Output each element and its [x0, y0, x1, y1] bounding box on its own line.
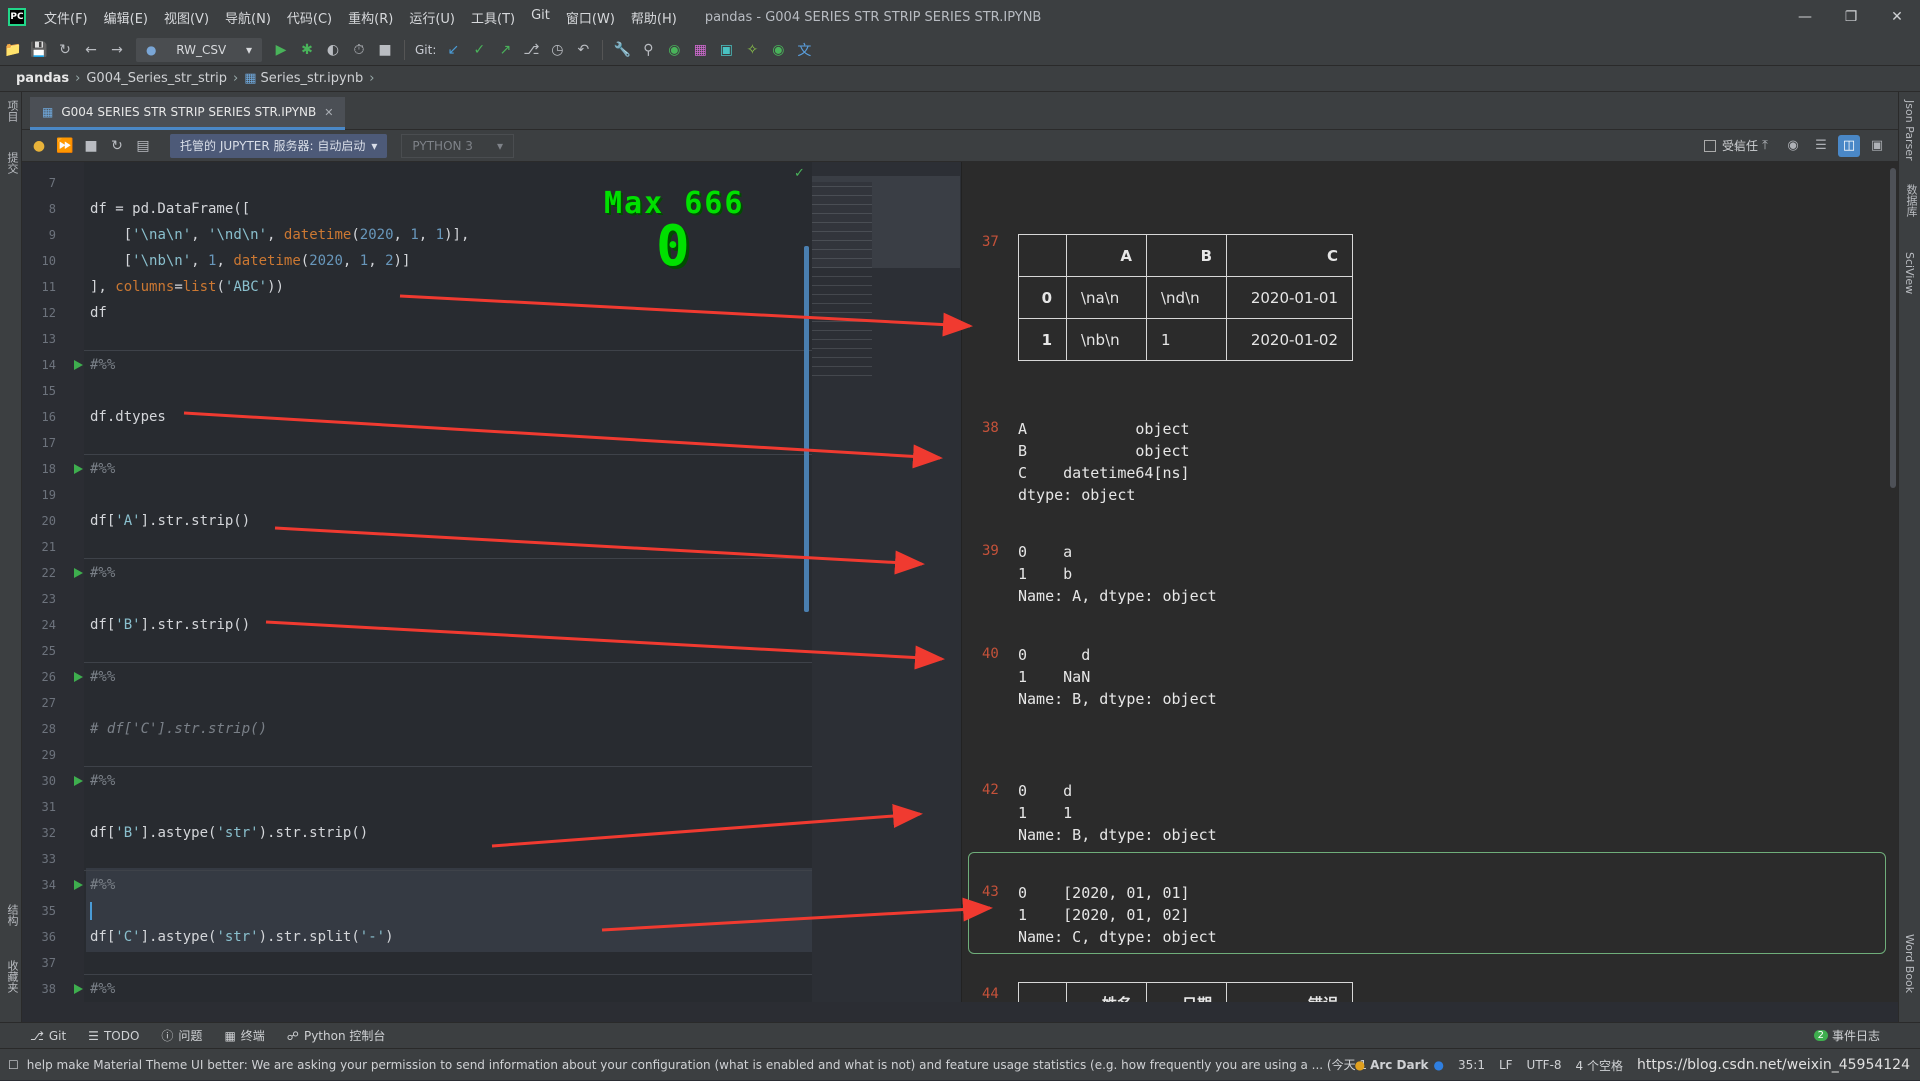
theme-dot-icon: ●	[1433, 1058, 1444, 1072]
annotation-arrows	[183, 294, 993, 932]
tool-button-label: 问题	[178, 1029, 203, 1043]
event-log-label: 事件日志	[1831, 1029, 1880, 1043]
status-message[interactable]: help make Material Theme UI better: We a…	[27, 1056, 1367, 1073]
arrow	[265, 620, 945, 670]
tool-button-label: TODO	[103, 1028, 140, 1043]
line-separator[interactable]: LF	[1499, 1058, 1513, 1072]
file-encoding[interactable]: UTF-8	[1527, 1058, 1562, 1072]
tool-button-problems[interactable]: ⓘ 问题	[161, 1027, 202, 1044]
notification-icon[interactable]: ☐	[8, 1058, 19, 1072]
indent-setting[interactable]: 4 个空格	[1576, 1057, 1623, 1074]
tool-button-terminal[interactable]: ▦ 终端	[224, 1027, 264, 1044]
todo-icon: ☰	[88, 1028, 99, 1043]
tool-button-python-console[interactable]: ☍ Python 控制台	[287, 1027, 386, 1044]
max-counter-value: 0	[656, 214, 690, 279]
arrow	[274, 526, 925, 575]
arrow	[183, 411, 943, 469]
watermark: https://blog.csdn.net/weixin_45954124	[1636, 1057, 1910, 1073]
theme-label: Arc Dark	[1370, 1058, 1429, 1072]
event-log-button[interactable]: 2 事件日志	[1813, 1027, 1880, 1044]
status-bar: ☐ help make Material Theme UI better: We…	[0, 1048, 1920, 1080]
theme-icon: ●	[1354, 1058, 1366, 1072]
terminal-icon: ▦	[224, 1028, 236, 1043]
tool-button-label: Git	[48, 1028, 67, 1043]
tool-button-todo[interactable]: ☰ TODO	[88, 1029, 139, 1043]
tool-button-git[interactable]: ⎇ Git	[30, 1029, 66, 1043]
event-count-badge: 2	[1813, 1030, 1828, 1041]
problems-icon: ⓘ	[161, 1029, 174, 1043]
theme-indicator[interactable]: ● Arc Dark ●	[1355, 1058, 1444, 1072]
arrow	[601, 897, 993, 932]
git-icon: ⎇	[30, 1028, 44, 1043]
tool-button-label: 终端	[240, 1029, 265, 1043]
python-console-icon: ☍	[286, 1028, 299, 1043]
arrow	[399, 294, 973, 337]
tool-window-bar: 2 事件日志 ⎇ Git ☰ TODO ⓘ 问题 ▦ 终端 ☍ Python 控制台	[0, 1022, 1920, 1048]
tool-button-label: Python 控制台	[303, 1029, 386, 1043]
arrow	[491, 804, 923, 848]
cursor-position[interactable]: 35:1	[1458, 1058, 1485, 1072]
